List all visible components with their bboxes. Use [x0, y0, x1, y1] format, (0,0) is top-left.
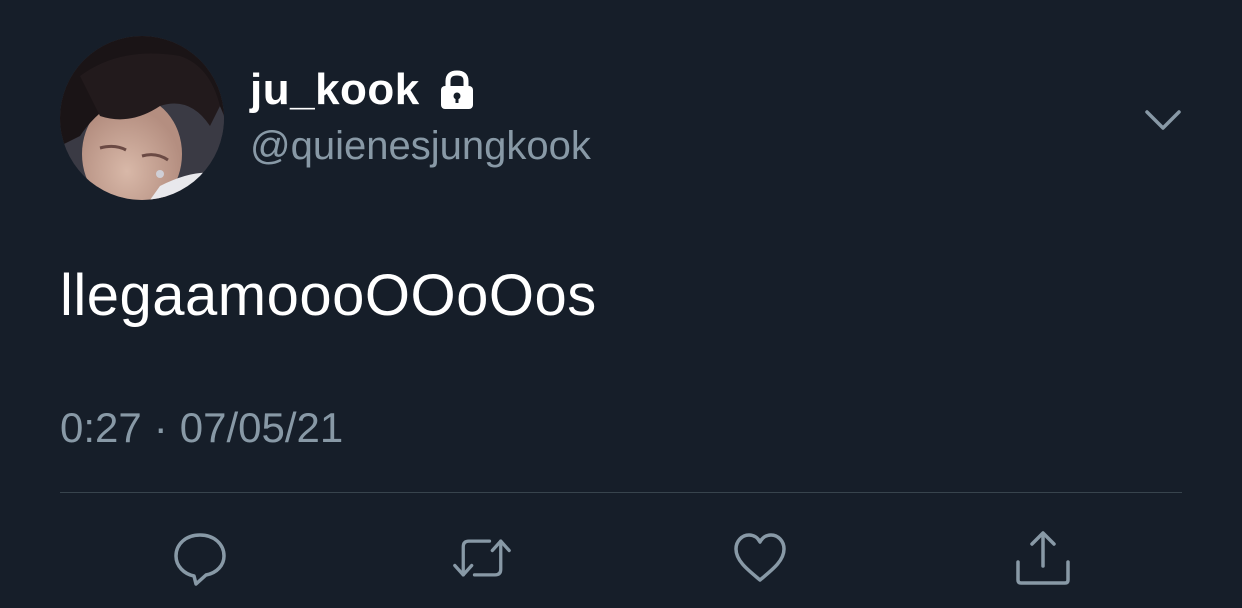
- like-button[interactable]: [730, 528, 790, 588]
- tweet-card: ju_kook @quienesjungkook llegaamoooOOoOo…: [0, 0, 1242, 608]
- tweet-text: llegaamoooOOoOos: [60, 263, 597, 328]
- chevron-down-icon[interactable]: [1142, 100, 1184, 140]
- speech-bubble-icon: [174, 533, 226, 586]
- avatar[interactable]: [60, 36, 224, 200]
- user-handle[interactable]: @quienesjungkook: [250, 124, 591, 169]
- meta-separator: ·: [153, 404, 168, 451]
- tweet-time[interactable]: 0:27: [60, 404, 142, 452]
- share-icon: [1016, 531, 1070, 585]
- reply-button[interactable]: [170, 528, 230, 588]
- display-name[interactable]: ju_kook: [250, 65, 420, 115]
- tweet-meta: 0:27 · 07/05/21: [60, 404, 343, 452]
- avatar-image: [60, 36, 224, 200]
- tweet-date[interactable]: 07/05/21: [180, 404, 344, 452]
- divider: [60, 492, 1182, 493]
- heart-icon: [734, 533, 786, 582]
- retweet-button[interactable]: [452, 528, 512, 588]
- retweet-icon: [453, 539, 511, 577]
- lock-icon: [434, 67, 480, 113]
- share-button[interactable]: [1013, 528, 1073, 588]
- display-name-row: ju_kook: [250, 62, 480, 118]
